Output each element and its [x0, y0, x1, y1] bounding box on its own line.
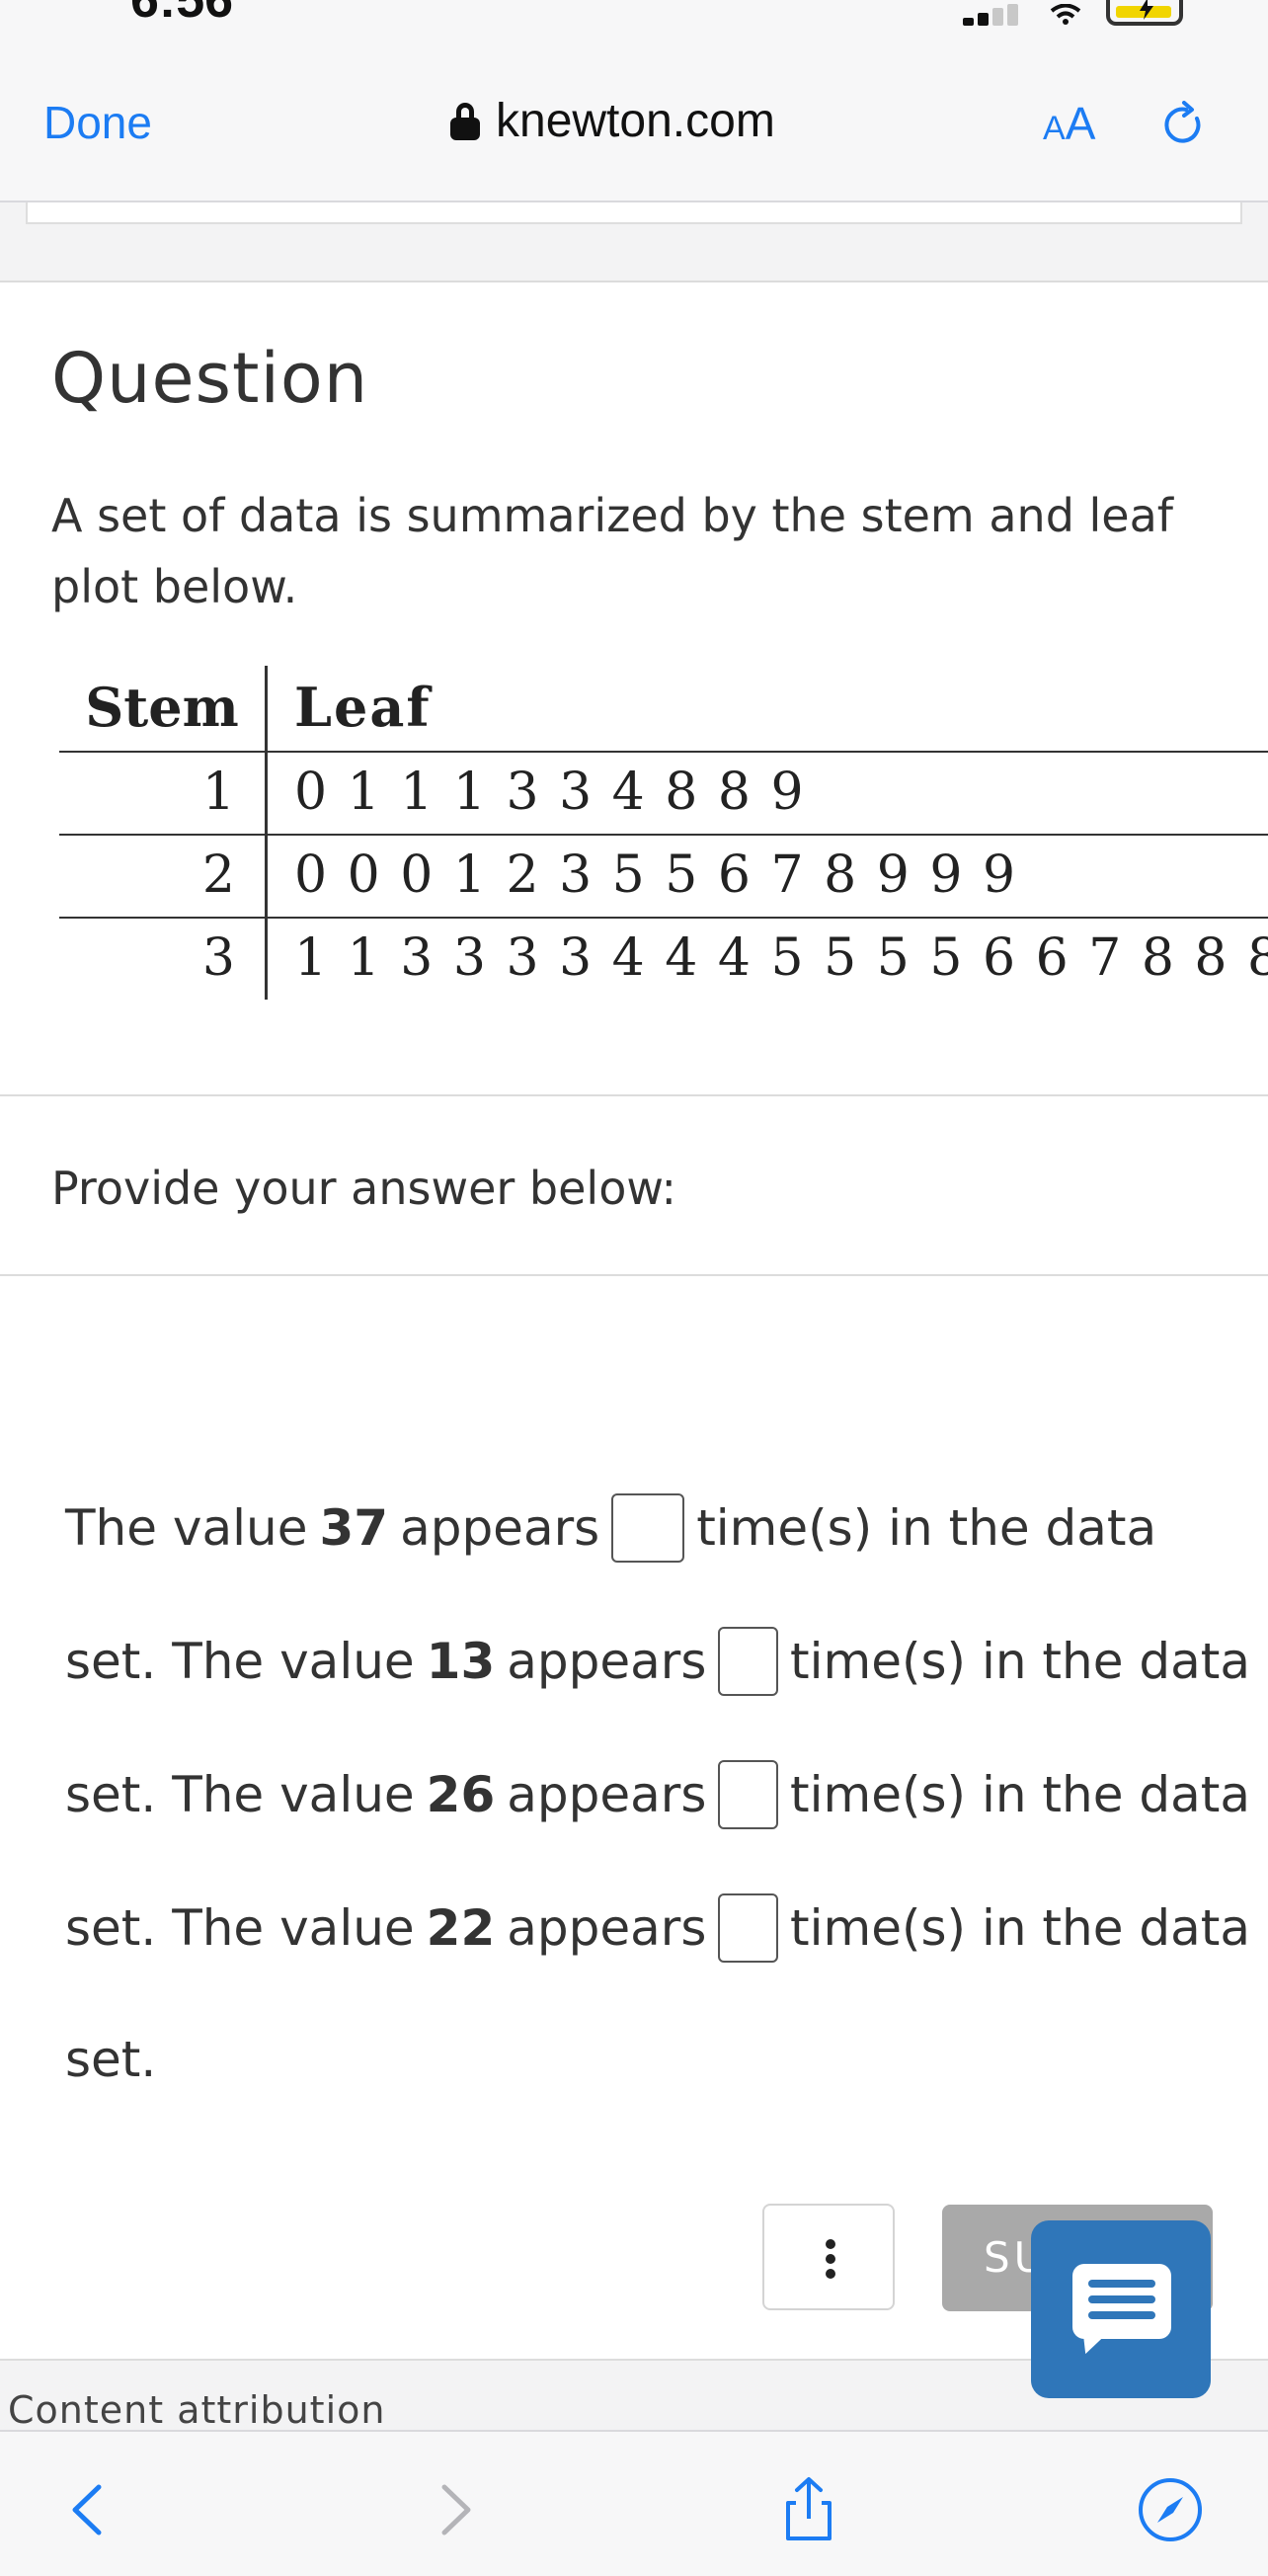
more-options-button[interactable]: [762, 2204, 895, 2310]
answer-mid: appears: [507, 1899, 707, 1957]
answer-input[interactable]: [718, 1760, 779, 1829]
browser-toolbar: [0, 2430, 1268, 2576]
answer-mid: appears: [507, 1633, 707, 1690]
chevron-left-icon[interactable]: [55, 2475, 124, 2544]
previous-card-edge: [26, 202, 1242, 224]
answer-line: set. The value 22 appears time(s) in the…: [65, 1893, 1250, 1963]
answer-line: set. The value 13 appears time(s) in the…: [65, 1627, 1250, 1696]
share-icon[interactable]: [774, 2475, 843, 2544]
stem-value: 2: [201, 845, 235, 905]
signal-icon: [963, 4, 1022, 26]
battery-icon: [1106, 0, 1183, 26]
answer-suffix: time(s) in the data: [790, 1766, 1250, 1823]
stem-leaf-row: 3 1 1 3 3 3 3 4 4 4 5 5 5 5 6 6 7 8 8 8 …: [59, 917, 1268, 1000]
answer-suffix: time(s) in the data: [790, 1899, 1250, 1957]
question-title: Question: [51, 338, 369, 419]
url-text: knewton.com: [496, 95, 775, 147]
stem-header: Stem: [85, 676, 239, 739]
section-divider: [0, 1094, 1268, 1096]
stem-leaf-row: 1 0 1 1 1 3 3 4 8 8 9: [59, 751, 1268, 834]
leaf-header: Leaf: [294, 676, 432, 739]
leaf-values: 0 1 1 1 3 3 4 8 8 9: [294, 763, 806, 822]
answer-prefix: set. The value: [65, 1766, 415, 1823]
answer-suffix: time(s) in the data: [696, 1499, 1157, 1557]
text-size-big-label: A: [1065, 98, 1096, 149]
answer-closing: set.: [65, 2031, 157, 2088]
section-divider: [0, 1274, 1268, 1276]
leaf-values: 1 1 3 3 3 3 4 4 4 5 5 5 5 6 6 7 8 8 8 9 …: [294, 928, 1268, 988]
done-button[interactable]: Done: [43, 96, 152, 149]
answer-value: 13: [426, 1633, 496, 1690]
leaf-values: 0 0 0 1 2 3 5 5 6 7 8 9 9 9: [294, 845, 1018, 905]
screen: 6:56 Done knewton.com AA Question A set …: [0, 0, 1268, 2576]
answer-suffix: time(s) in the data: [790, 1633, 1250, 1690]
answer-value: 37: [319, 1499, 389, 1557]
browser-header: Done knewton.com AA: [0, 40, 1268, 202]
provide-answer-label: Provide your answer below:: [51, 1162, 676, 1215]
chat-button[interactable]: [1031, 2220, 1211, 2398]
answer-input[interactable]: [611, 1493, 685, 1563]
stem-leaf-row: 2 0 0 0 1 2 3 5 5 6 7 8 9 9 9: [59, 834, 1268, 917]
chevron-right-icon[interactable]: [419, 2475, 488, 2544]
answer-value: 26: [426, 1766, 496, 1823]
lock-icon: [450, 102, 480, 140]
stem-value: 3: [201, 928, 235, 988]
answer-line: The value 37 appears time(s) in the data: [65, 1493, 1250, 1563]
answer-line: set. The value 26 appears time(s) in the…: [65, 1760, 1250, 1829]
stem-leaf-plot: Stem Leaf 1 0 1 1 1 3 3 4 8 8 9 2 0 0 0 …: [59, 666, 1268, 1000]
status-time: 6:56: [130, 0, 234, 29]
answer-input[interactable]: [718, 1627, 779, 1696]
content-attribution-link[interactable]: Content attribution: [8, 2388, 385, 2432]
stem-value: 1: [201, 763, 235, 822]
address-bar[interactable]: knewton.com: [450, 94, 775, 148]
reload-icon[interactable]: [1159, 101, 1209, 150]
stem-leaf-header: Stem Leaf: [59, 666, 1268, 751]
answer-input[interactable]: [718, 1893, 779, 1963]
question-prompt: A set of data is summarized by the stem …: [51, 489, 1173, 613]
status-bar: 6:56: [0, 0, 1268, 40]
wifi-icon: [1050, 4, 1081, 25]
answer-prefix: set. The value: [65, 1633, 415, 1690]
answer-mid: appears: [507, 1766, 707, 1823]
answer-prefix: The value: [65, 1499, 308, 1557]
text-size-button[interactable]: AA: [1043, 97, 1095, 150]
answer-value: 22: [426, 1899, 496, 1957]
more-vertical-icon: [826, 2239, 835, 2249]
compass-icon[interactable]: [1136, 2475, 1205, 2544]
answer-prefix: set. The value: [65, 1899, 415, 1957]
answer-mid: appears: [400, 1499, 600, 1557]
question-card: Question A set of data is summarized by …: [0, 281, 1268, 2398]
answer-line: set.: [65, 2031, 1250, 2088]
text-size-small-label: A: [1043, 110, 1066, 147]
